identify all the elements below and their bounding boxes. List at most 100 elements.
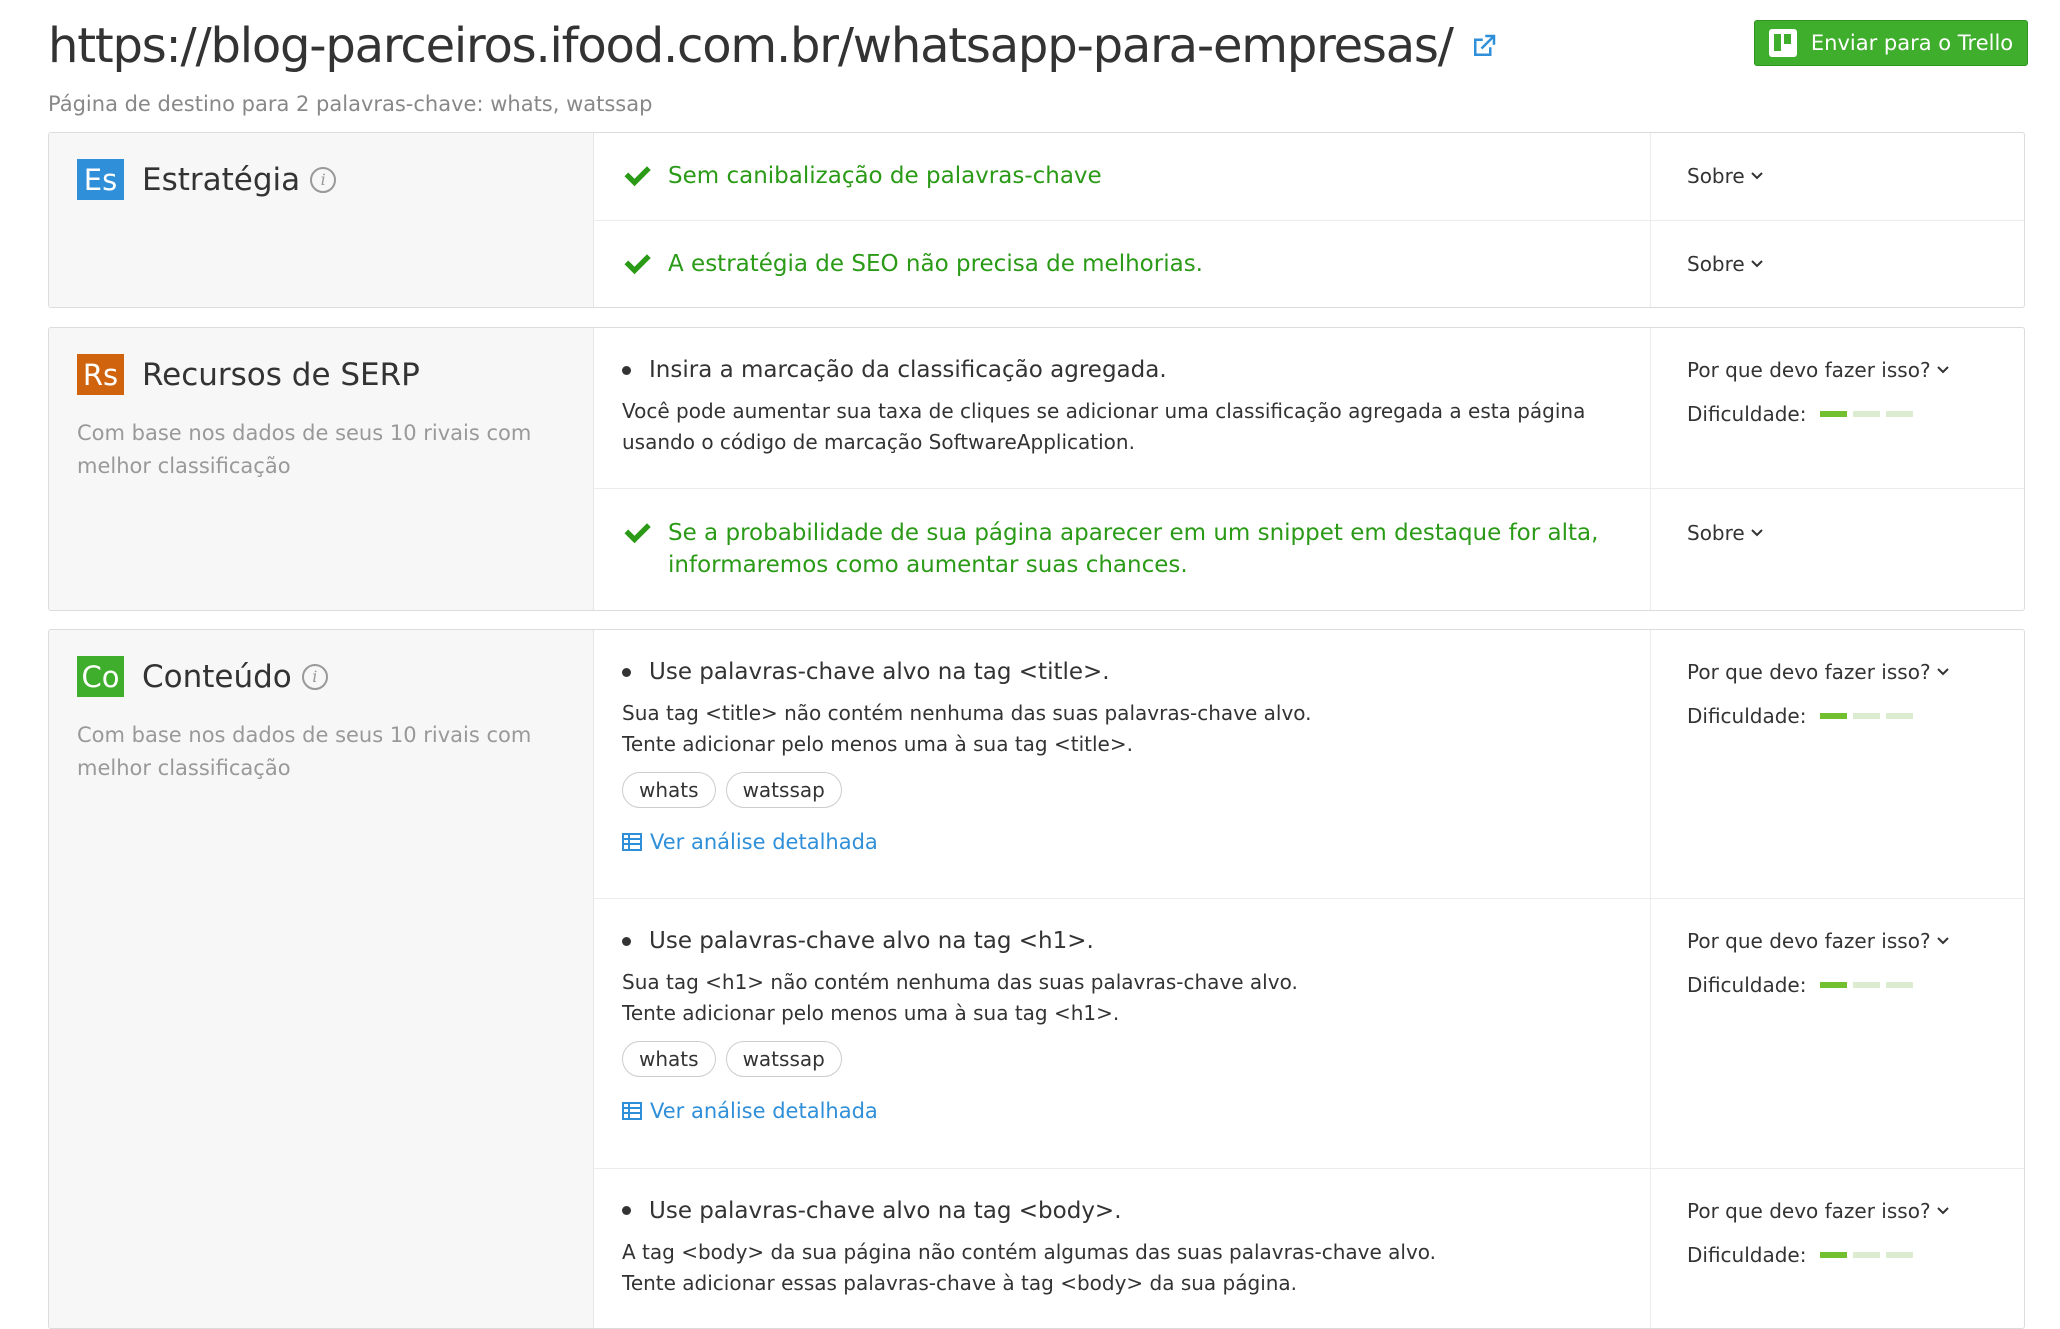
page-subtitle: Página de destino para 2 palavras-chave:…	[48, 92, 653, 116]
row-content: Use palavras-chave alvo na tag <h1>. Sua…	[594, 899, 1651, 1168]
bullet	[622, 1206, 631, 1216]
section-header: Rs Recursos de SERP Com base nos dados d…	[49, 328, 594, 610]
section-title-text: Recursos de SERP	[142, 356, 420, 393]
row-content: Use palavras-chave alvo na tag <body>. A…	[594, 1168, 1651, 1328]
table-icon	[622, 1102, 642, 1121]
check-icon	[624, 166, 651, 187]
section-title: Rs Recursos de SERP	[77, 354, 565, 395]
section-title: Es Estratégia i	[77, 159, 565, 200]
row-content: Se a probabilidade de sua página aparece…	[594, 489, 1651, 610]
difficulty-meter	[1820, 713, 1919, 719]
bullet	[622, 667, 631, 677]
detailed-analysis-link[interactable]: Ver análise detalhada	[622, 830, 1622, 854]
chevron-down-icon	[1751, 260, 1763, 268]
check-icon	[624, 523, 651, 544]
url-row: https://blog-parceiros.ifood.com.br/what…	[48, 18, 2028, 74]
chevron-down-icon	[1751, 172, 1763, 180]
about-label: Sobre	[1687, 252, 1745, 276]
section-description: Com base nos dados de seus 10 rivais com…	[77, 421, 532, 478]
recommendation-title: Insira a marcação da classificação agreg…	[622, 354, 1622, 386]
section-badge: Co	[77, 656, 124, 697]
check-row: A estratégia de SEO não precisa de melho…	[594, 221, 2024, 307]
success-message: Se a probabilidade de sua página aparece…	[622, 517, 1622, 581]
section-rows: Insira a marcação da classificação agreg…	[594, 328, 2024, 610]
keyword-tags: whats watssap	[622, 1041, 1622, 1078]
link-label: Ver análise detalhada	[650, 830, 878, 854]
info-icon[interactable]: i	[301, 663, 328, 690]
external-link-icon[interactable]	[1469, 31, 1499, 61]
description-line: Sua tag <h1> não contém nenhuma das suas…	[622, 970, 1298, 995]
success-text: Sem canibalização de palavras-chave	[668, 163, 1102, 189]
page: https://blog-parceiros.ifood.com.br/what…	[0, 0, 2060, 1329]
keyword-tag: whats	[622, 1041, 716, 1078]
bullet	[622, 936, 631, 946]
recommendation-title-text: Insira a marcação da classificação agreg…	[649, 357, 1167, 383]
recommendation-row: Use palavras-chave alvo na tag <h1>. Sua…	[594, 899, 2024, 1169]
bullet	[622, 365, 631, 375]
difficulty: Dificuldade:	[1687, 402, 1988, 426]
recommendation-title-text: Use palavras-chave alvo na tag <body>.	[649, 1197, 1122, 1224]
section-title-text: Conteúdo	[142, 658, 292, 695]
success-message: A estratégia de SEO não precisa de melho…	[622, 248, 1622, 280]
chevron-down-icon	[1936, 1207, 1949, 1215]
why-toggle[interactable]: Por que devo fazer isso?	[1687, 656, 1988, 688]
description-line: Tente adicionar pelo menos uma à sua tag…	[622, 732, 1133, 756]
keyword-tag: whats	[622, 772, 716, 808]
table-icon	[622, 833, 642, 851]
difficulty: Dificuldade:	[1687, 704, 1988, 728]
why-label: Por que devo fazer isso?	[1687, 1198, 1931, 1223]
trello-button-label: Enviar para o Trello	[1810, 31, 2014, 55]
why-label: Por que devo fazer isso?	[1687, 929, 1931, 954]
description-line: A tag <body> da sua página não contém al…	[622, 1239, 1437, 1264]
row-content: Use palavras-chave alvo na tag <title>. …	[594, 630, 1651, 899]
section-title: Co Conteúdo i	[77, 656, 565, 697]
info-icon[interactable]: i	[310, 166, 337, 193]
section-strategy: Es Estratégia i Sem canibalização de pal…	[48, 132, 2025, 308]
success-text: Se a probabilidade de sua página aparece…	[668, 520, 1599, 579]
success-text: A estratégia de SEO não precisa de melho…	[668, 251, 1203, 277]
row-side: Sobre	[1651, 489, 2024, 610]
about-label: Sobre	[1687, 521, 1745, 546]
difficulty-label: Dificuldade:	[1687, 402, 1807, 426]
section-serp-features: Rs Recursos de SERP Com base nos dados d…	[48, 327, 2025, 611]
chevron-down-icon	[1936, 366, 1949, 374]
keyword-tags: whats watssap	[622, 772, 1622, 808]
difficulty-label: Dificuldade:	[1687, 704, 1807, 728]
description-line: Tente adicionar essas palavras-chave à t…	[622, 1270, 1298, 1295]
row-side: Por que devo fazer isso? Dificuldade:	[1651, 328, 2024, 488]
chevron-down-icon	[1936, 937, 1949, 945]
why-label: Por que devo fazer isso?	[1687, 358, 1931, 382]
check-row: Se a probabilidade de sua página aparece…	[594, 489, 2024, 610]
row-content: Insira a marcação da classificação agreg…	[594, 328, 1651, 489]
row-content: Sem canibalização de palavras-chave	[594, 133, 1651, 220]
section-title-text: Estratégia	[142, 161, 301, 198]
recommendation-description: Sua tag <title> não contém nenhuma das s…	[622, 698, 1622, 760]
difficulty-label: Dificuldade:	[1687, 1242, 1807, 1267]
section-content: Co Conteúdo i Com base nos dados de seus…	[48, 629, 2025, 1329]
recommendation-description: Sua tag <h1> não contém nenhuma das suas…	[622, 967, 1622, 1029]
recommendation-row: Insira a marcação da classificação agreg…	[594, 328, 2024, 490]
chevron-down-icon	[1936, 668, 1949, 676]
recommendation-title: Use palavras-chave alvo na tag <body>.	[622, 1195, 1622, 1227]
check-row: Sem canibalização de palavras-chave Sobr…	[594, 133, 2024, 221]
difficulty-label: Dificuldade:	[1687, 973, 1807, 998]
page-url[interactable]: https://blog-parceiros.ifood.com.br/what…	[48, 18, 1454, 74]
difficulty-meter	[1820, 1251, 1919, 1258]
detailed-analysis-link[interactable]: Ver análise detalhada	[622, 1099, 1622, 1123]
chevron-down-icon	[1751, 529, 1763, 537]
description-line: Tente adicionar pelo menos uma à sua tag…	[622, 1001, 1120, 1026]
difficulty-meter	[1820, 411, 1919, 417]
why-toggle[interactable]: Por que devo fazer isso?	[1687, 925, 1988, 957]
send-to-trello-button[interactable]: Enviar para o Trello	[1754, 20, 2028, 66]
why-toggle[interactable]: Por que devo fazer isso?	[1687, 1195, 1988, 1227]
about-toggle[interactable]: Sobre	[1687, 248, 1988, 280]
recommendation-title: Use palavras-chave alvo na tag <h1>.	[622, 925, 1622, 957]
section-badge: Es	[77, 159, 124, 200]
recommendation-title-text: Use palavras-chave alvo na tag <h1>.	[649, 928, 1094, 955]
about-toggle[interactable]: Sobre	[1687, 517, 1988, 549]
why-toggle[interactable]: Por que devo fazer isso?	[1687, 354, 1988, 386]
row-side: Por que devo fazer isso? Dificuldade:	[1651, 1169, 2024, 1328]
row-side: Por que devo fazer isso? Dificuldade:	[1651, 630, 2024, 898]
about-toggle[interactable]: Sobre	[1687, 160, 1988, 192]
success-message: Sem canibalização de palavras-chave	[622, 160, 1622, 192]
